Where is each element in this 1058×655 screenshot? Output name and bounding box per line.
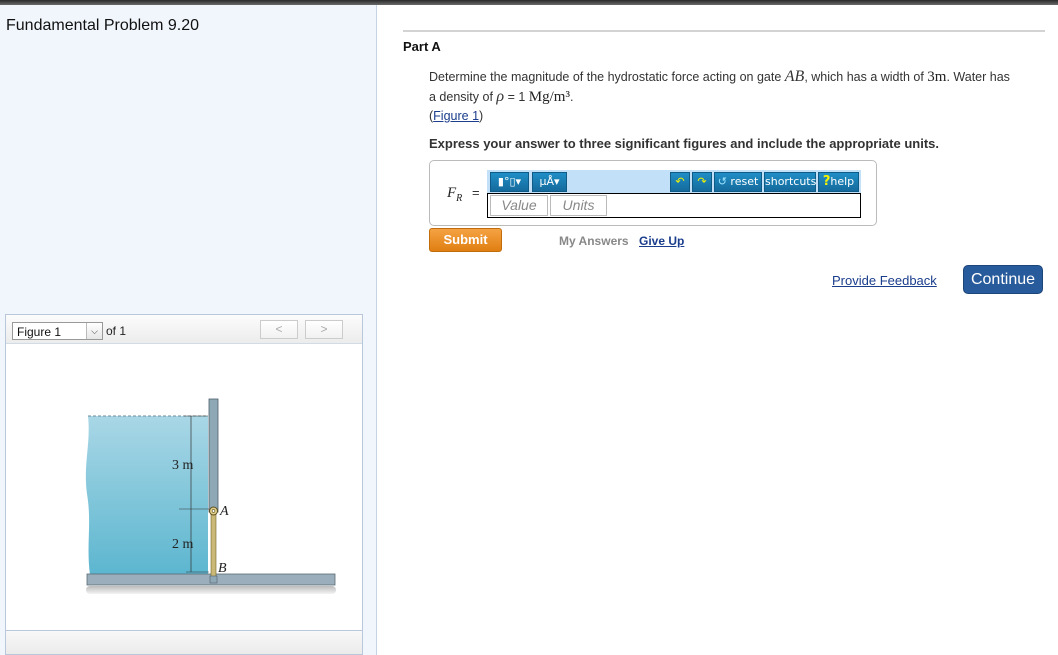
undo-icon: ↶	[675, 175, 685, 188]
figure-footer	[6, 630, 362, 654]
dim-label-2m: 2 m	[172, 537, 194, 552]
give-up-link[interactable]: Give Up	[639, 234, 684, 248]
variable-letter: F	[447, 185, 457, 201]
continue-button[interactable]: Continue	[963, 265, 1043, 294]
rho-symbol: ρ	[496, 88, 505, 105]
divider	[403, 30, 1045, 32]
figure-header: Figure 1 ⌵ of 1 < >	[6, 315, 362, 344]
ground-shadow	[86, 586, 336, 594]
main-panel: Part A Determine the magnitude of the hy…	[378, 5, 1058, 655]
width-value: 3m	[927, 69, 947, 85]
problem-title: Fundamental Problem 9.20	[6, 17, 199, 34]
figure-link-wrapper: (Figure 1)	[429, 109, 483, 123]
prev-figure-button[interactable]: <	[260, 320, 298, 339]
figure-count: of 1	[106, 324, 127, 338]
templates-button[interactable]: ▮°▯▾	[490, 172, 529, 192]
paren-close: )	[479, 109, 484, 123]
answer-variable: FR	[447, 185, 462, 204]
figure-panel: Figure 1 ⌵ of 1 < > 3 m 2 m A B	[5, 314, 363, 655]
my-answers-label: My Answers	[559, 234, 629, 248]
reset-icon: ↺	[717, 175, 727, 188]
problem-prompt: Determine the magnitude of the hydrostat…	[429, 67, 1049, 107]
help-button[interactable]: ?help	[818, 172, 859, 192]
chevron-right-icon: >	[320, 322, 328, 336]
variable-subscript: R	[456, 193, 463, 204]
answer-box: FR = ▮°▯▾ μÅ▾ ↶ ↷ ↺ reset shortcuts ?hel…	[429, 160, 877, 226]
undo-button[interactable]: ↶	[670, 172, 690, 192]
prompt-text: = 1	[504, 90, 529, 104]
dim-label-3m: 3 m	[172, 458, 194, 473]
chevron-down-icon[interactable]: ⌵	[86, 323, 102, 339]
hinge-a-pin	[211, 509, 216, 513]
wall	[208, 398, 219, 513]
templates-icon: ▮°▯▾	[497, 175, 522, 188]
density-units: Mg/m³	[528, 89, 570, 105]
redo-icon: ↷	[697, 175, 707, 188]
symbols-button[interactable]: μÅ▾	[532, 172, 567, 192]
submit-button[interactable]: Submit	[429, 228, 502, 252]
figure-link[interactable]: Figure 1	[433, 109, 479, 123]
left-panel: Fundamental Problem 9.20 Figure 1 ⌵ of 1…	[0, 5, 377, 655]
part-label: Part A	[403, 39, 441, 54]
redo-button[interactable]: ↷	[692, 172, 712, 192]
provide-feedback-link[interactable]: Provide Feedback	[832, 273, 937, 288]
gate-diagram: 3 m 2 m A B	[85, 398, 336, 594]
gate-ab	[210, 511, 217, 581]
help-label: help	[830, 175, 855, 188]
reset-label: reset	[730, 175, 759, 188]
units-input[interactable]: Units	[550, 195, 607, 216]
gate-symbol: AB	[784, 68, 805, 85]
reset-button[interactable]: ↺ reset	[714, 172, 762, 192]
chevron-left-icon: <	[275, 322, 283, 336]
math-toolbar: ▮°▯▾ μÅ▾ ↶ ↷ ↺ reset shortcuts ?help	[487, 170, 861, 194]
answer-instructions: Express your answer to three significant…	[429, 136, 939, 151]
next-figure-button[interactable]: >	[305, 320, 343, 339]
figure-select-value: Figure 1	[17, 325, 62, 339]
equals-sign: =	[472, 185, 480, 200]
prompt-text: a density of	[429, 90, 497, 104]
prompt-text: , which has a width of	[804, 70, 928, 84]
value-input[interactable]: Value	[490, 195, 548, 216]
point-label-b: B	[218, 561, 227, 576]
prompt-text: .	[569, 90, 574, 104]
figure-select[interactable]: Figure 1 ⌵	[12, 322, 103, 340]
prompt-text: . Water has	[946, 70, 1010, 84]
figure-image: 3 m 2 m A B	[6, 344, 362, 630]
symbols-icon: μÅ▾	[539, 175, 560, 188]
shortcuts-button[interactable]: shortcuts	[764, 172, 816, 192]
shortcuts-label: shortcuts	[765, 175, 817, 188]
prompt-text: Determine the magnitude of the hydrostat…	[429, 70, 785, 84]
gate-foot	[209, 575, 218, 584]
point-label-a: A	[219, 504, 229, 519]
answer-input-row: Value Units	[487, 193, 861, 218]
